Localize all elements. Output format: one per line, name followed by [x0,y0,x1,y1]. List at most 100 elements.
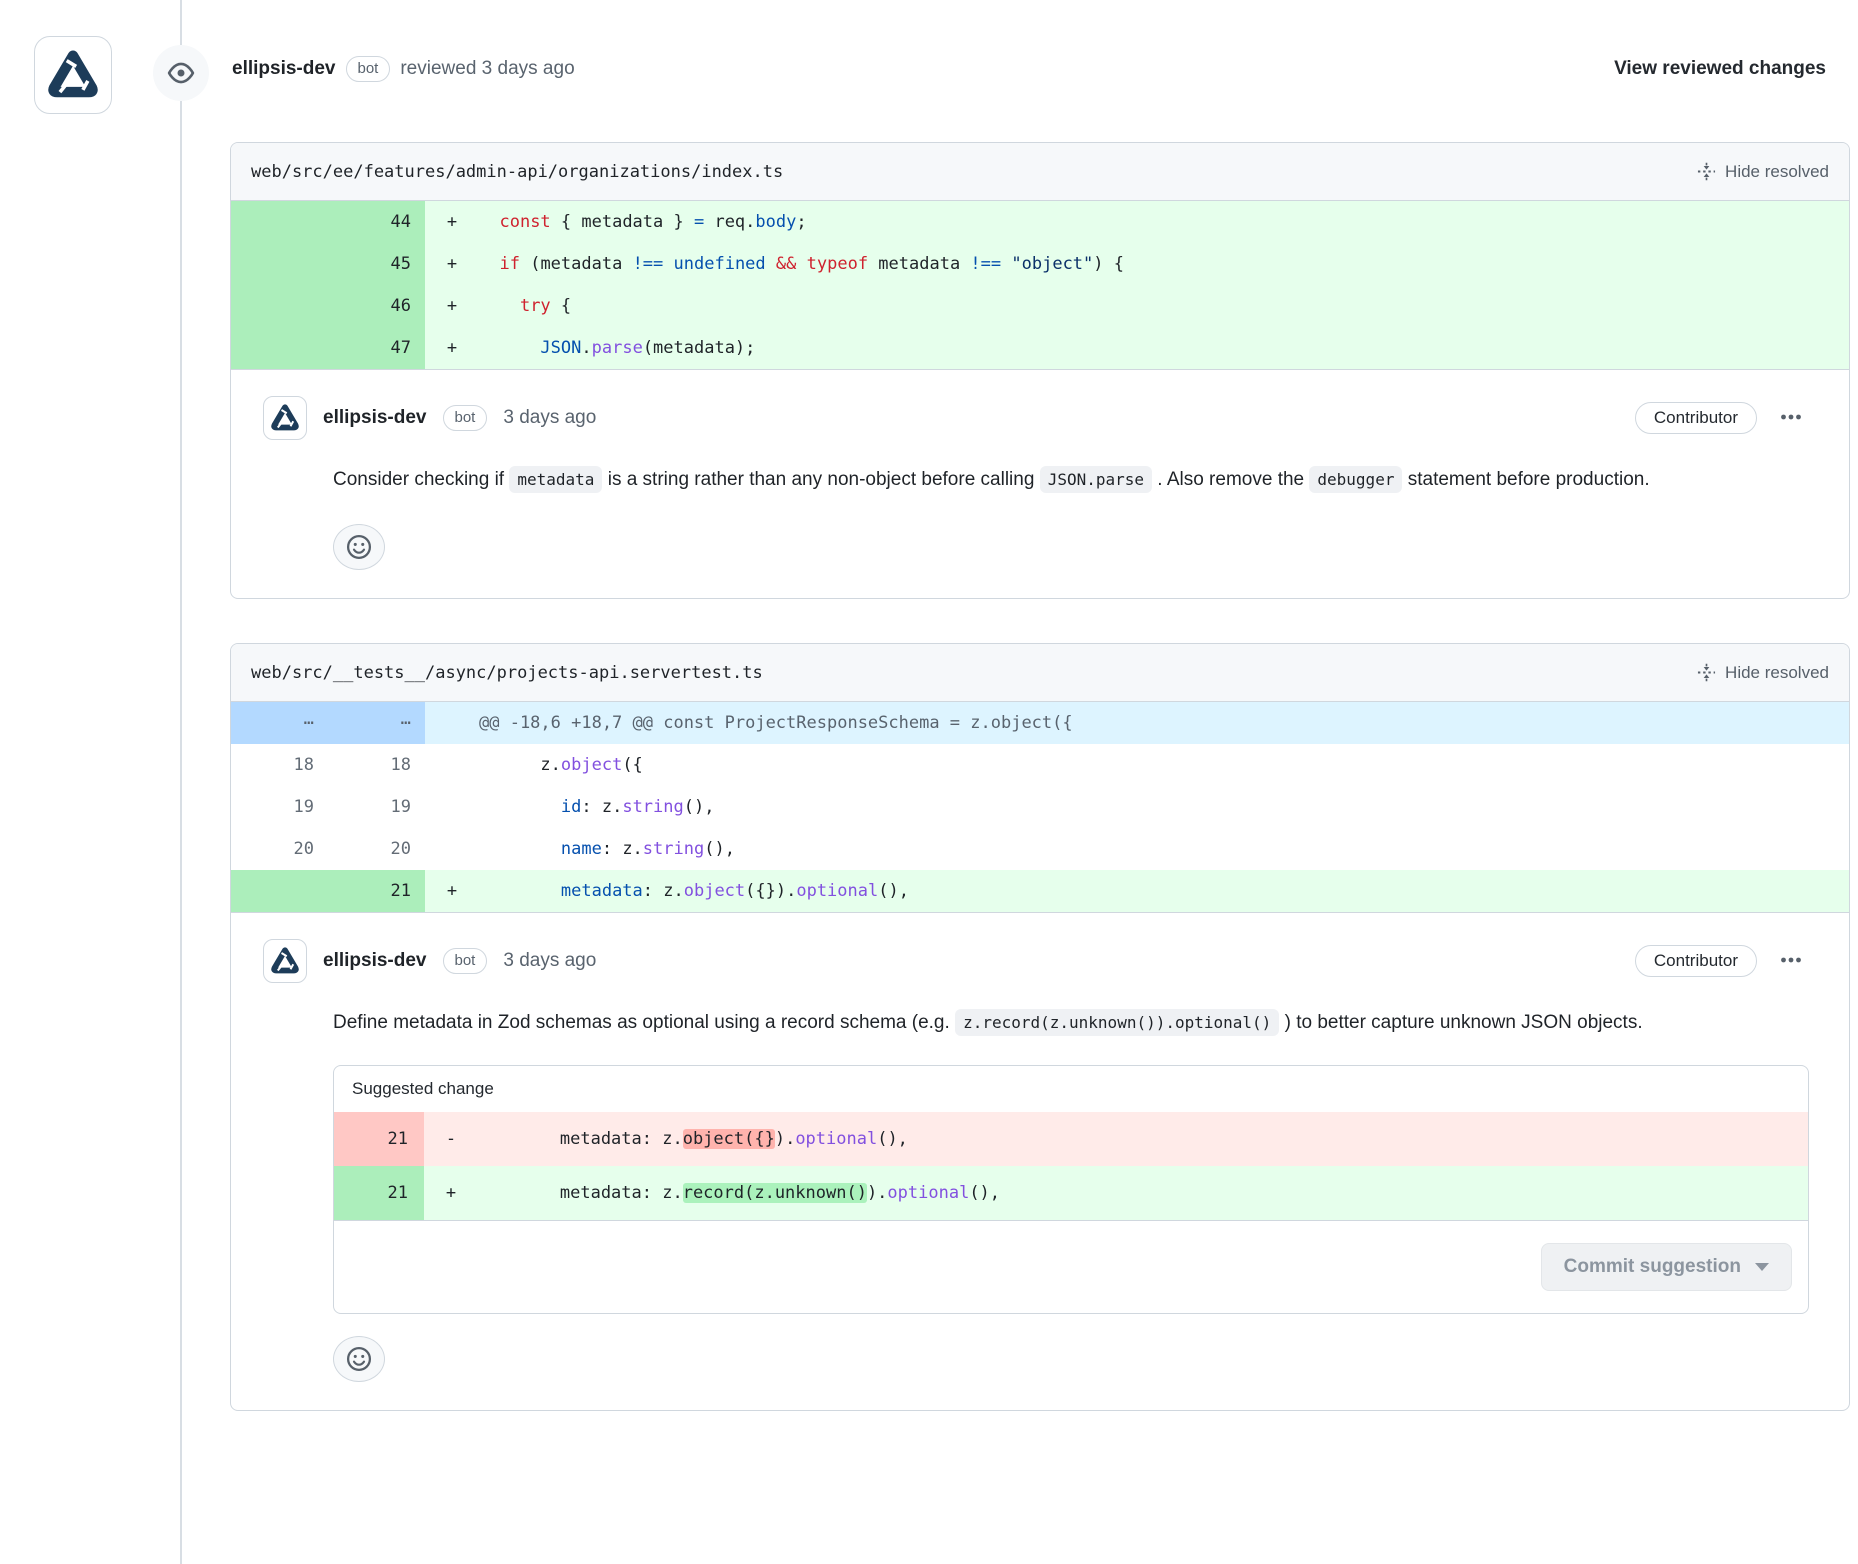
line-number [231,201,328,243]
code-line: - metadata: z.object({}).optional(), [424,1112,1808,1166]
diff-sign: + [425,243,479,285]
review-comment: ellipsis-dev bot 3 days ago Contributor … [231,912,1849,1410]
code-line: @@ -18,6 +18,7 @@ const ProjectResponseS… [425,702,1849,744]
comment-header: ellipsis-dev bot 3 days ago Contributor [263,396,1809,440]
suggested-change-box: Suggested change 21- metadata: z.object(… [333,1065,1809,1314]
diff-row: 2020 name: z.string(), [231,828,1849,870]
diff-sign: + [425,285,479,327]
code-line: + if (metadata !== undefined && typeof m… [425,243,1849,285]
diff-row: 44+ const { metadata } = req.body; [231,201,1849,243]
line-number [231,285,328,327]
diff-sign: - [424,1112,478,1166]
diff-row: 21+ metadata: z.record(z.unknown()).opti… [334,1166,1808,1220]
comment-author[interactable]: ellipsis-dev [323,950,427,972]
hide-resolved-label: Hide resolved [1725,162,1829,182]
suggestion-footer: Commit suggestion [334,1220,1808,1313]
line-number: 18 [328,744,425,786]
commit-suggestion-button[interactable]: Commit suggestion [1541,1243,1792,1291]
hide-resolved-label: Hide resolved [1725,663,1829,683]
diff-row: 45+ if (metadata !== undefined && typeof… [231,243,1849,285]
review-author[interactable]: ellipsis-dev [232,58,336,80]
view-reviewed-changes-link[interactable]: View reviewed changes [1614,58,1826,80]
diff-row: 21- metadata: z.object({}).optional(), [334,1112,1808,1166]
kebab-menu-icon[interactable] [1773,944,1809,979]
code-line: name: z.string(), [425,828,1849,870]
comment-author[interactable]: ellipsis-dev [323,407,427,429]
diff-row: 46+ try { [231,285,1849,327]
review-thread-card: web/src/__tests__/async/projects-api.ser… [230,643,1850,1411]
contributor-badge: Contributor [1635,402,1757,434]
diff-row: 47+ JSON.parse(metadata); [231,327,1849,369]
comment-timestamp[interactable]: 3 days ago [503,950,596,972]
review-thread-card: web/src/ee/features/admin-api/organizati… [230,142,1850,599]
suggested-change-title: Suggested change [334,1066,1808,1112]
avatar[interactable] [34,36,112,114]
inline-code: JSON.parse [1040,466,1152,493]
line-number: ⋯ [328,702,425,744]
code-line: + metadata: z.object({}).optional(), [425,870,1849,912]
code-line: + try { [425,285,1849,327]
inline-code: metadata [509,466,602,493]
code-line: id: z.string(), [425,786,1849,828]
timeline-line [180,0,182,1564]
line-number: 20 [231,828,328,870]
inline-code: z.record(z.unknown()).optional() [955,1009,1279,1036]
thread-file-header: web/src/__tests__/async/projects-api.ser… [231,644,1849,702]
hide-resolved-button[interactable]: Hide resolved [1697,162,1829,182]
code-line: + JSON.parse(metadata); [425,327,1849,369]
smiley-icon [346,534,372,560]
diff-block: 44+ const { metadata } = req.body;45+ if… [231,201,1849,369]
line-number: 46 [328,285,425,327]
chevron-down-icon [1755,1263,1769,1271]
bot-badge: bot [443,948,488,974]
add-reaction-button[interactable] [333,524,385,570]
comment-timestamp[interactable]: 3 days ago [503,407,596,429]
line-number [231,243,328,285]
hide-resolved-button[interactable]: Hide resolved [1697,663,1829,683]
thread-file-header: web/src/ee/features/admin-api/organizati… [231,143,1849,201]
diff-sign: + [425,327,479,369]
line-number: 20 [328,828,425,870]
review-meta: reviewed 3 days ago [400,58,574,80]
smiley-icon [346,1346,372,1372]
fold-icon [1697,162,1716,181]
line-number: 19 [328,786,425,828]
line-number: 21 [334,1112,424,1166]
line-number: 47 [328,327,425,369]
line-number: 21 [334,1166,424,1220]
bot-badge: bot [443,405,488,431]
line-number: 21 [328,870,425,912]
avatar[interactable] [263,396,307,440]
add-reaction-button[interactable] [333,1336,385,1382]
comment-body: Define metadata in Zod schemas as option… [333,1001,1809,1045]
eye-icon [153,45,209,101]
contributor-badge: Contributor [1635,945,1757,977]
kebab-menu-icon[interactable] [1773,401,1809,436]
line-number: ⋯ [231,702,328,744]
line-number [231,327,328,369]
review-header: ellipsis-dev bot reviewed 3 days ago Vie… [0,0,1858,142]
code-line: z.object({ [425,744,1849,786]
code-line: + const { metadata } = req.body; [425,201,1849,243]
comment-header: ellipsis-dev bot 3 days ago Contributor [263,939,1809,983]
line-number [231,870,328,912]
commit-suggestion-label: Commit suggestion [1564,1256,1741,1278]
file-path-link[interactable]: web/src/ee/features/admin-api/organizati… [251,162,783,182]
line-number: 19 [231,786,328,828]
code-line: + metadata: z.record(z.unknown()).option… [424,1166,1808,1220]
file-path-link[interactable]: web/src/__tests__/async/projects-api.ser… [251,663,763,683]
comment-body: Consider checking if metadata is a strin… [333,458,1809,502]
ellipsis-logo-icon [46,48,100,102]
diff-block: ⋯⋯@@ -18,6 +18,7 @@ const ProjectRespons… [231,702,1849,912]
diff-row: ⋯⋯@@ -18,6 +18,7 @@ const ProjectRespons… [231,702,1849,744]
line-number: 44 [328,201,425,243]
fold-icon [1697,663,1716,682]
avatar[interactable] [263,939,307,983]
diff-row: 1919 id: z.string(), [231,786,1849,828]
line-number: 18 [231,744,328,786]
inline-code: debugger [1309,466,1402,493]
diff-sign: + [425,870,479,912]
diff-row: 21+ metadata: z.object({}).optional(), [231,870,1849,912]
diff-sign: + [425,201,479,243]
bot-badge: bot [346,56,391,82]
